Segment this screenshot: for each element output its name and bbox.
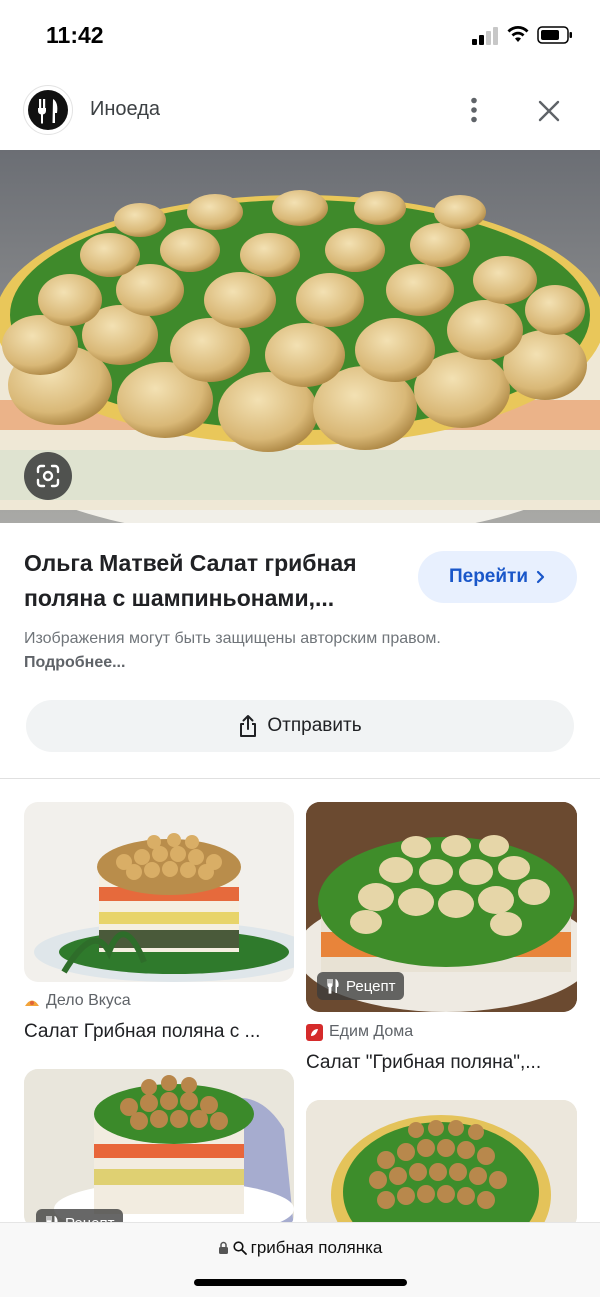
fork-knife-logo-icon (28, 90, 68, 130)
search-query: грибная полянка (250, 1238, 383, 1257)
related-source-name: Дело Вкуса (46, 992, 131, 1009)
address-bar[interactable]: грибная полянка (0, 1238, 600, 1258)
fork-knife-icon (327, 979, 339, 994)
edim-doma-logo-icon (306, 1023, 323, 1041)
visit-button[interactable]: Перейти (418, 551, 577, 603)
learn-more-link[interactable]: Подробнее... (24, 654, 125, 671)
visit-label: Перейти (448, 566, 529, 587)
home-indicator[interactable] (194, 1279, 407, 1286)
result-title[interactable]: Ольга Матвей Салат грибная поляна с шамп… (24, 546, 409, 616)
safari-bottom-bar: грибная полянка (0, 1222, 600, 1297)
status-bar: 11:42 (0, 0, 600, 72)
recipe-badge-label: Рецепт (346, 977, 396, 995)
more-options-button[interactable] (461, 94, 487, 126)
related-card-image-4[interactable] (306, 1100, 577, 1230)
copyright-notice: Изображения могут быть защищены авторски… (24, 627, 444, 675)
related-card-image-1[interactable] (24, 802, 294, 982)
source-logo[interactable] (23, 85, 73, 135)
source-name[interactable]: Иноеда (90, 98, 160, 121)
google-lens-icon (36, 464, 60, 488)
chevron-right-icon (536, 570, 545, 584)
salad-photo (34, 833, 294, 982)
recipe-badge: Рецепт (317, 972, 405, 1000)
share-icon (240, 715, 257, 737)
status-time: 11:42 (46, 22, 104, 48)
related-card-image-3[interactable] (24, 1069, 294, 1229)
result-image[interactable] (0, 150, 600, 523)
wifi-icon (507, 26, 529, 42)
salad-photo (306, 1100, 577, 1230)
section-divider (0, 778, 600, 779)
related-source-2[interactable]: Едим Дома (306, 1023, 413, 1041)
viewer-header: Иноеда (0, 72, 600, 150)
related-source-1[interactable]: Дело Вкуса (24, 992, 131, 1010)
related-title-1[interactable]: Салат Грибная поляна с ... (24, 1021, 260, 1043)
salad-photo (24, 1069, 294, 1229)
lock-icon (218, 1241, 228, 1254)
share-label: Отправить (267, 715, 362, 736)
related-title-2[interactable]: Салат "Грибная поляна",... (306, 1052, 541, 1074)
salad-photo (0, 150, 600, 523)
notice-text: Изображения могут быть защищены авторски… (24, 630, 441, 647)
more-vert-icon (471, 97, 477, 123)
close-icon (538, 100, 560, 122)
search-icon (233, 1241, 247, 1255)
close-button[interactable] (532, 94, 566, 128)
cellular-signal-icon (472, 27, 498, 45)
battery-icon (537, 26, 572, 44)
delo-vkusa-logo-icon (25, 1000, 39, 1006)
related-source-name: Едим Дома (329, 1023, 414, 1040)
share-button[interactable]: Отправить (26, 700, 574, 752)
lens-search-button[interactable] (24, 452, 72, 500)
